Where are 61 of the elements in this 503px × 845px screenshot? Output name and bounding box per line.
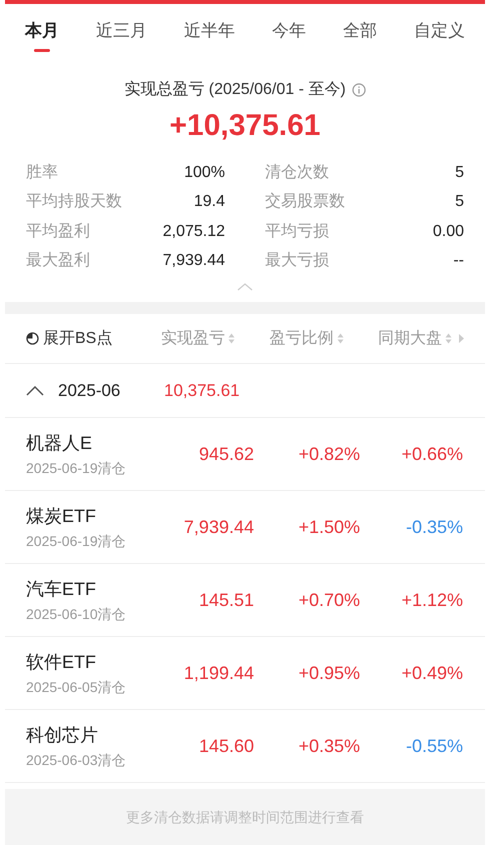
sort-icon[interactable]: [336, 333, 344, 344]
profit-value: 145.51: [198, 588, 254, 612]
bs-toggle[interactable]: 展开BS点: [43, 326, 161, 350]
clear-date: 2025-06-19清仓: [26, 532, 127, 550]
stat-value: 5: [455, 162, 464, 183]
stat-label: 最大亏损: [265, 250, 329, 272]
profit-ratio: +1.50%: [297, 516, 360, 538]
stock-name: 软件ETF: [26, 650, 97, 674]
stat-label: 交易股票数: [265, 192, 345, 212]
group-profit: 10,375.61: [164, 380, 240, 402]
clear-date: 2025-06-03清仓: [26, 750, 127, 770]
profit-ratio: +0.95%: [297, 662, 360, 684]
stat-value: 0.00: [432, 222, 464, 242]
stock-name: 煤炭ETF: [26, 504, 97, 528]
total-profit: +10,375.61: [170, 108, 320, 144]
tab[interactable]: 本月: [25, 18, 59, 60]
stat-label: 平均亏损: [265, 222, 329, 242]
stat-label: 清仓次数: [265, 162, 329, 183]
stat-label: 平均持股天数: [26, 192, 122, 212]
tab[interactable]: 今年: [272, 18, 306, 60]
market-change: +0.49%: [400, 662, 463, 684]
stock-name: 汽车ETF: [26, 578, 97, 600]
clear-date: 2025-06-19清仓: [26, 458, 127, 478]
stat-label: 最大盈利: [26, 250, 90, 272]
profit-value: 945.62: [198, 442, 254, 466]
caret-icon[interactable]: [26, 386, 44, 396]
scroll-right-icon[interactable]: [459, 334, 464, 343]
market-change: -0.55%: [404, 734, 463, 758]
collapse-icon[interactable]: [237, 283, 253, 291]
sort-icon[interactable]: [445, 333, 452, 344]
tab[interactable]: 近半年: [184, 18, 235, 60]
stat-value: 100%: [184, 162, 225, 183]
profit-ratio: +0.35%: [297, 734, 360, 758]
profit-ratio: +0.70%: [297, 588, 360, 612]
summary-title: 实现总盈亏 (2025/06/01 - 至今): [124, 80, 346, 100]
stock-name: 科创芯片: [26, 724, 99, 746]
stat-label: 平均盈利: [26, 222, 90, 242]
stock-name: 机器人E: [26, 432, 94, 454]
market-change: -0.35%: [404, 516, 463, 538]
clear-date: 2025-06-05清仓: [26, 678, 127, 696]
tab[interactable]: 自定义: [414, 18, 465, 60]
stat-value: 2,075.12: [162, 222, 225, 242]
tab[interactable]: 全部: [343, 18, 377, 60]
stat-value: 19.4: [194, 192, 225, 212]
footer-hint: 更多清仓数据请调整时间范围进行查看: [126, 808, 364, 826]
stat-value: 7,939.44: [162, 251, 225, 272]
stat-label: 胜率: [26, 162, 58, 183]
profit-value: 145.60: [198, 734, 254, 758]
tab[interactable]: 近三月: [96, 18, 147, 60]
stat-value: 5: [455, 192, 464, 212]
market-change: +0.66%: [400, 442, 463, 466]
info-icon[interactable]: [352, 83, 366, 97]
profit-value: 7,939.44: [182, 516, 254, 538]
profit-ratio: +0.82%: [297, 442, 360, 466]
sort-icon[interactable]: [228, 333, 235, 344]
stat-value: --: [453, 251, 464, 272]
market-change: +1.12%: [400, 588, 463, 612]
group-month: 2025-06: [58, 380, 122, 402]
clear-date: 2025-06-10清仓: [26, 604, 127, 624]
profit-value: 1,199.44: [182, 662, 254, 684]
pie-icon[interactable]: [26, 332, 39, 345]
